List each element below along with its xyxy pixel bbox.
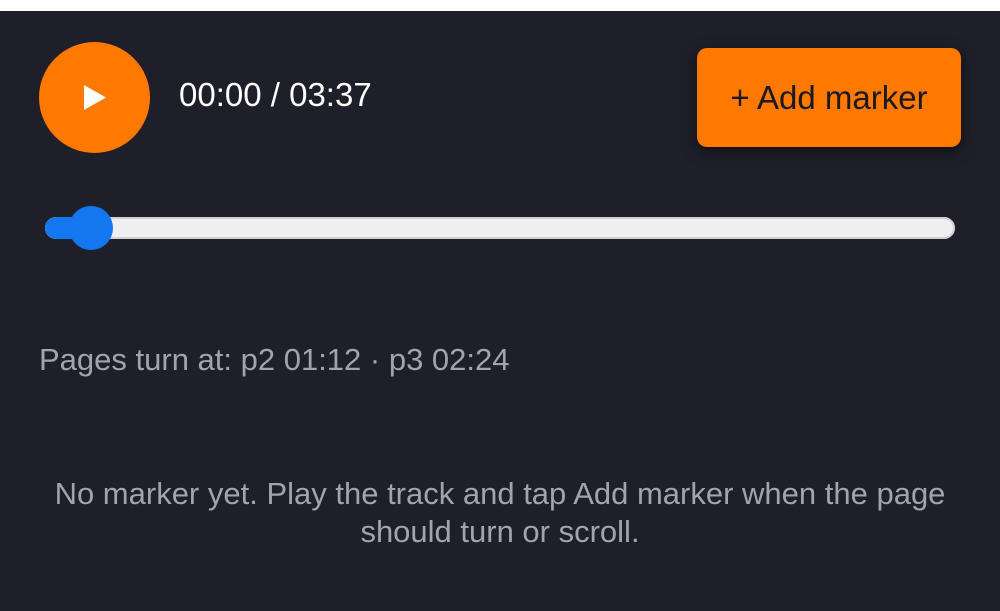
- page-turn-times: Pages turn at: p2 01:12 · p3 02:24: [39, 342, 510, 377]
- time-readout: 00:00 / 03:37: [179, 76, 372, 113]
- play-button[interactable]: [39, 42, 150, 153]
- audio-sync-panel: 00:00 / 03:37 + Add marker Pages turn at…: [0, 11, 1000, 611]
- empty-markers-message: No marker yet. Play the track and tap Ad…: [54, 476, 946, 549]
- seek-slider-thumb[interactable]: [69, 206, 113, 250]
- play-icon: [84, 85, 106, 110]
- add-marker-button[interactable]: + Add marker: [697, 48, 961, 147]
- seek-slider[interactable]: [45, 206, 955, 250]
